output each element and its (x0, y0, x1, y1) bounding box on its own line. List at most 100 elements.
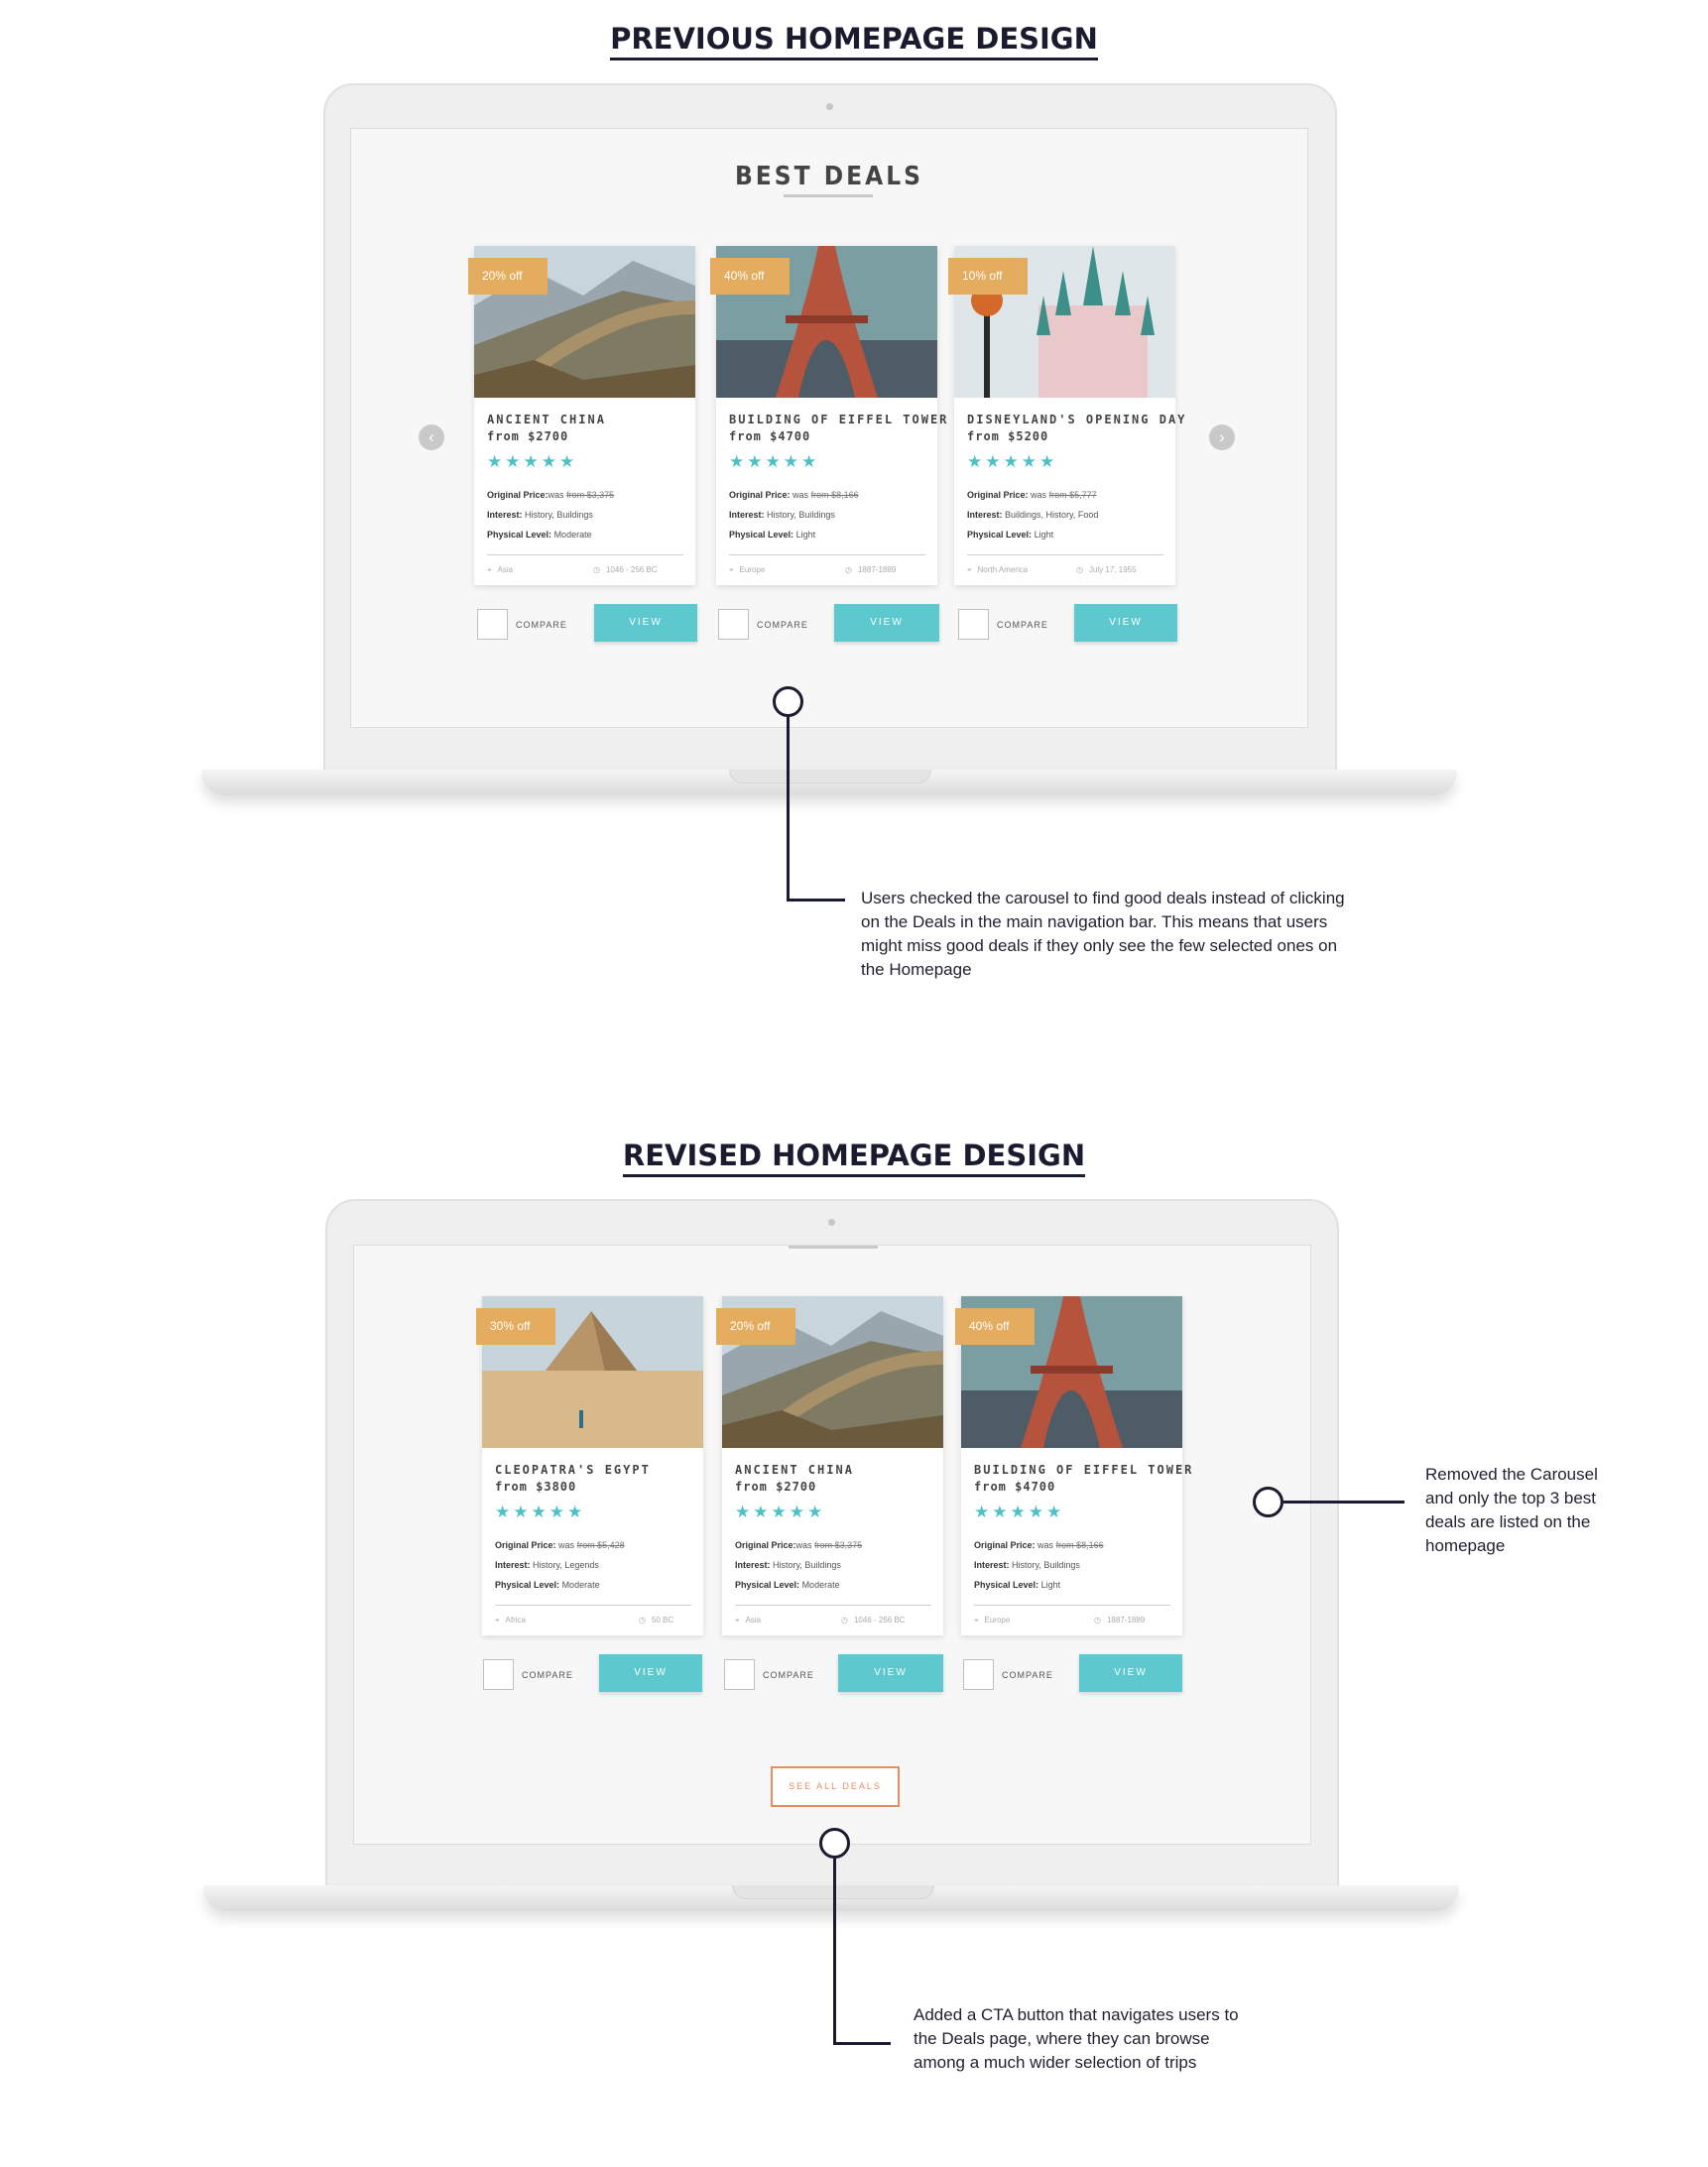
annotation-marker (1253, 1487, 1283, 1517)
deal-title: DISNEYLAND'S OPENING DAY (967, 413, 1187, 426)
card-location: ⌖ Europe (729, 565, 766, 575)
card-location: ⌖ Asia (487, 565, 514, 575)
card-divider (495, 1605, 691, 1606)
deal-card-ancient-china[interactable]: 20% off ANCIENT CHINA from $2700 ★★★★★ O… (716, 1296, 943, 1635)
compare-checkbox[interactable] (483, 1659, 514, 1690)
annotation-marker (819, 1828, 850, 1859)
view-button[interactable]: VIEW (594, 604, 697, 642)
original-price: Original Price:was from $3,375 (487, 490, 615, 500)
physical-level: Physical Level: Light (967, 530, 1054, 540)
card-date: ◷ 1046 - 256 BC (593, 565, 658, 575)
clock-icon: ◷ (1094, 1616, 1101, 1625)
compare-checkbox[interactable] (724, 1659, 755, 1690)
carousel-removed-annotation-text: Removed the Carousel and only the top 3 … (1425, 1465, 1598, 1555)
interest: Interest: History, Buildings (487, 510, 593, 520)
top-indicator (789, 1246, 878, 1249)
compare-label: COMPARE (757, 620, 808, 630)
discount-badge: 20% off (468, 258, 548, 295)
revised-homepage-screen: 30% off CLEOPATRA'S EGYPT from $3800 ★★★… (353, 1245, 1311, 1845)
interest: Interest: History, Buildings (735, 1560, 841, 1570)
compare-label: COMPARE (763, 1670, 814, 1680)
card-date: ◷ 1887-1889 (845, 565, 897, 575)
annotation-connector (833, 1859, 836, 2045)
compare-checkbox[interactable] (718, 609, 749, 640)
deal-card-cleopatras-egypt[interactable]: 30% off CLEOPATRA'S EGYPT from $3800 ★★★… (476, 1296, 703, 1635)
view-button[interactable]: VIEW (1079, 1654, 1182, 1692)
see-all-deals-button[interactable]: SEE ALL DEALS (771, 1766, 900, 1807)
revised-section-title: REVISED HOMEPAGE DESIGN (0, 1139, 1708, 1177)
physical-level: Physical Level: Light (974, 1580, 1061, 1590)
deal-card-ancient-china[interactable]: 20% off ANCIENT CHINA from $2700 ★★★★★ O… (468, 246, 695, 585)
clock-icon: ◷ (841, 1616, 848, 1625)
card-location: ⌖ Africa (495, 1616, 526, 1625)
deal-price: from $2700 (487, 429, 569, 443)
discount-badge: 20% off (716, 1308, 795, 1345)
deal-price: from $4700 (729, 429, 811, 443)
deal-price: from $3800 (495, 1480, 577, 1494)
carousel-prev-button[interactable]: ‹ (419, 424, 444, 450)
deal-card-disneyland[interactable]: 10% off DISNEYLAND'S OPENING DAY from $5… (948, 246, 1184, 585)
card-location: ⌖ Europe (974, 1616, 1011, 1625)
physical-level: Physical Level: Moderate (495, 1580, 600, 1590)
deal-title: ANCIENT CHINA (735, 1463, 854, 1477)
discount-badge: 40% off (710, 258, 790, 295)
deal-card-eiffel-tower[interactable]: 40% off BUILDING OF EIFFEL TOWER from $4… (710, 246, 946, 585)
rating-stars: ★★★★★ (729, 452, 820, 471)
location-pin-icon: ⌖ (967, 565, 972, 574)
rating-stars: ★★★★★ (974, 1503, 1065, 1521)
deal-title: BUILDING OF EIFFEL TOWER (974, 1463, 1194, 1477)
best-deals-heading: BEST DEALS (734, 162, 923, 191)
rating-stars: ★★★★★ (967, 452, 1058, 471)
chevron-left-icon: ‹ (428, 427, 434, 446)
compare-label: COMPARE (516, 620, 567, 630)
annotation-connector (833, 2042, 891, 2045)
view-button[interactable]: VIEW (599, 1654, 702, 1692)
annotation-connector (787, 899, 845, 902)
location-pin-icon: ⌖ (974, 1616, 979, 1625)
deal-title: BUILDING OF EIFFEL TOWER (729, 413, 949, 426)
compare-label: COMPARE (522, 1670, 573, 1680)
compare-checkbox[interactable] (963, 1659, 994, 1690)
interest: Interest: History, Legends (495, 1560, 599, 1570)
view-button[interactable]: VIEW (838, 1654, 943, 1692)
physical-level: Physical Level: Moderate (735, 1580, 840, 1590)
deal-card-eiffel-tower[interactable]: 40% off BUILDING OF EIFFEL TOWER from $4… (955, 1296, 1191, 1635)
chevron-right-icon: › (1219, 427, 1225, 446)
clock-icon: ◷ (1076, 565, 1083, 575)
clock-icon: ◷ (593, 565, 600, 575)
card-date: ◷ 1046 - 256 BC (841, 1616, 906, 1625)
original-price: Original Price: was from $8,166 (729, 490, 859, 500)
laptop-camera (828, 1219, 835, 1226)
view-button[interactable]: VIEW (834, 604, 939, 642)
rating-stars: ★★★★★ (487, 452, 578, 471)
compare-checkbox[interactable] (958, 609, 989, 640)
view-button[interactable]: VIEW (1074, 604, 1177, 642)
laptop-camera (826, 103, 833, 110)
physical-level: Physical Level: Moderate (487, 530, 592, 540)
original-price: Original Price: was from $5,777 (967, 490, 1097, 500)
discount-badge: 40% off (955, 1308, 1035, 1345)
compare-checkbox[interactable] (477, 609, 508, 640)
card-location: ⌖ Asia (735, 1616, 762, 1625)
original-price: Original Price: was from $8,166 (974, 1540, 1104, 1550)
laptop-notch (729, 770, 931, 783)
interest: Interest: Buildings, History, Food (967, 510, 1099, 520)
previous-section-title: PREVIOUS HOMEPAGE DESIGN (0, 22, 1708, 60)
discount-badge: 30% off (476, 1308, 555, 1345)
deal-price: from $2700 (735, 1480, 817, 1494)
discount-badge: 10% off (948, 258, 1028, 295)
card-divider (967, 554, 1163, 555)
card-divider (487, 554, 683, 555)
clock-icon: ◷ (845, 565, 852, 575)
annotation-connector (1283, 1501, 1404, 1504)
card-divider (735, 1605, 931, 1606)
physical-level: Physical Level: Light (729, 530, 816, 540)
deal-title: CLEOPATRA'S EGYPT (495, 1463, 651, 1477)
original-price: Original Price: was from $5,428 (495, 1540, 625, 1550)
compare-label: COMPARE (1002, 1670, 1053, 1680)
location-pin-icon: ⌖ (729, 565, 734, 574)
carousel-annotation-text: Users checked the carousel to find good … (861, 889, 1345, 979)
carousel-next-button[interactable]: › (1209, 424, 1235, 450)
rating-stars: ★★★★★ (495, 1503, 586, 1521)
rating-stars: ★★★★★ (735, 1503, 826, 1521)
